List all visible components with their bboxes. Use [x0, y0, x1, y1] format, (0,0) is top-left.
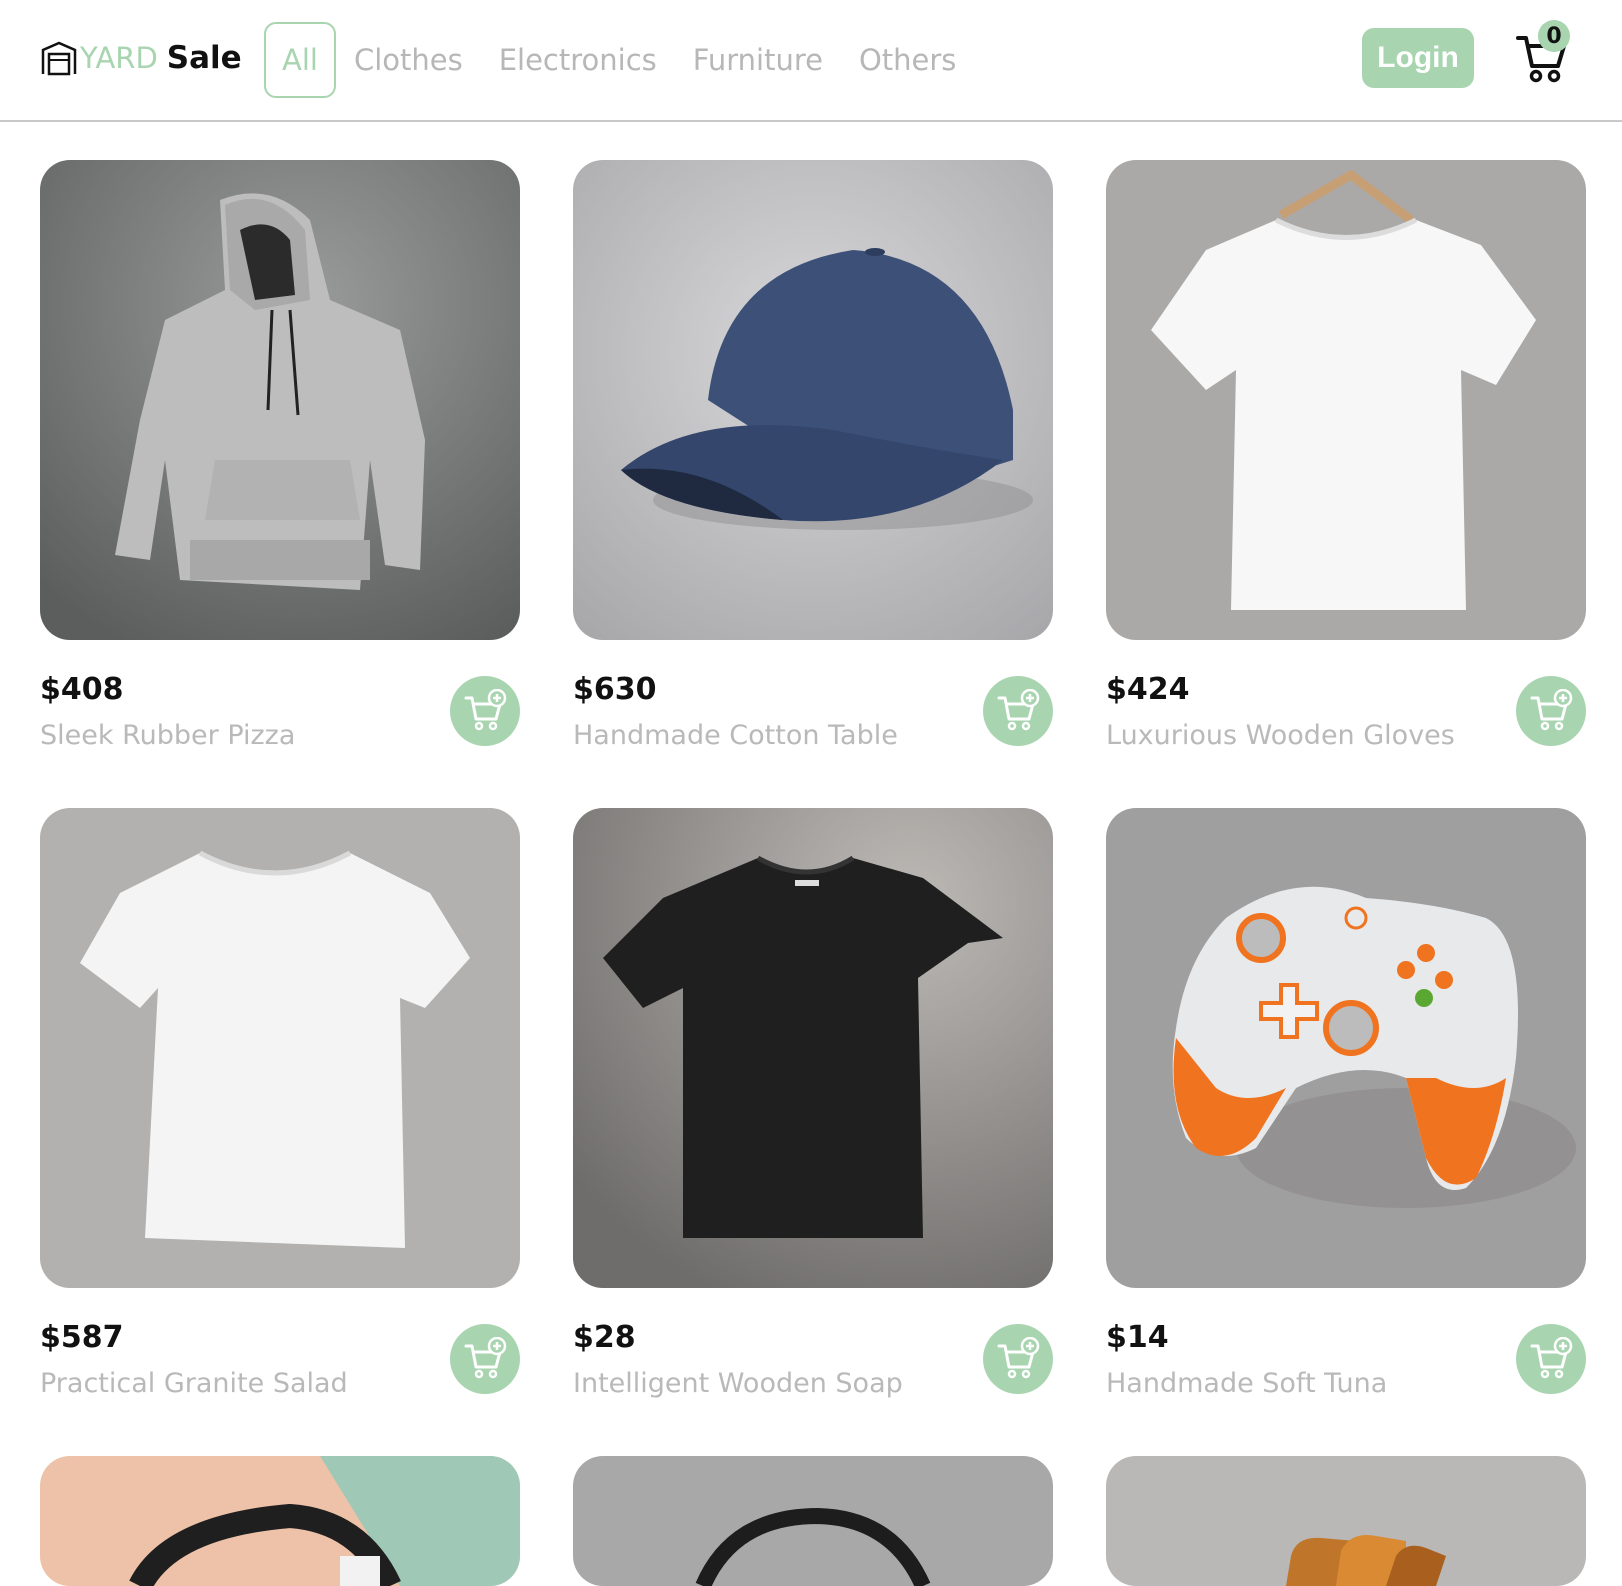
product-card[interactable]: $630 Handmade Cotton Table — [573, 160, 1053, 760]
product-price: $28 — [573, 1320, 636, 1355]
product-card[interactable]: $14 Handmade Soft Tuna — [1106, 808, 1586, 1408]
nav-item-electronics[interactable]: Electronics — [499, 22, 657, 98]
add-to-cart-button[interactable] — [1516, 676, 1586, 746]
brand-logo[interactable]: YARD Sale — [40, 38, 242, 78]
product-price: $630 — [573, 672, 657, 707]
product-price: $408 — [40, 672, 124, 707]
product-price: $424 — [1106, 672, 1190, 707]
product-card[interactable] — [1106, 1456, 1586, 1586]
add-to-cart-icon — [1530, 1337, 1573, 1379]
product-image-toast[interactable] — [1106, 1456, 1586, 1586]
product-image-headphones-peach[interactable] — [40, 1456, 520, 1586]
add-to-cart-icon — [997, 689, 1040, 731]
add-to-cart-button[interactable] — [450, 676, 520, 746]
add-to-cart-button[interactable] — [1516, 1324, 1586, 1394]
add-to-cart-icon — [464, 689, 507, 731]
brand-yard-text: YARD — [80, 41, 158, 75]
product-image-game-controller[interactable] — [1106, 808, 1586, 1288]
product-name[interactable]: Intelligent Wooden Soap — [573, 1368, 903, 1399]
add-to-cart-icon — [1530, 689, 1573, 731]
product-card[interactable]: $587 Practical Granite Salad — [40, 808, 520, 1408]
product-card[interactable] — [40, 1456, 520, 1586]
nav-item-clothes[interactable]: Clothes — [354, 22, 463, 98]
product-image-white-tshirt[interactable] — [40, 808, 520, 1288]
product-image-cap[interactable] — [573, 160, 1053, 640]
add-to-cart-button[interactable] — [983, 1324, 1053, 1394]
product-image-black-tshirt[interactable] — [573, 808, 1053, 1288]
nav-item-furniture[interactable]: Furniture — [693, 22, 823, 98]
add-to-cart-icon — [464, 1337, 507, 1379]
product-price: $587 — [40, 1320, 124, 1355]
top-navbar: YARD Sale All Clothes Electronics Furnit… — [0, 0, 1622, 122]
product-image-hoodie[interactable] — [40, 160, 520, 640]
nav-item-others[interactable]: Others — [859, 22, 956, 98]
product-card[interactable]: $408 Sleek Rubber Pizza — [40, 160, 520, 760]
product-name[interactable]: Handmade Soft Tuna — [1106, 1368, 1387, 1399]
product-name[interactable]: Sleek Rubber Pizza — [40, 720, 295, 751]
nav-item-all[interactable]: All — [264, 22, 336, 98]
category-nav: All Clothes Electronics Furniture Others — [264, 22, 992, 98]
product-card[interactable]: $28 Intelligent Wooden Soap — [573, 808, 1053, 1408]
product-image-black-headphones[interactable] — [573, 1456, 1053, 1586]
product-card[interactable]: $424 Luxurious Wooden Gloves — [1106, 160, 1586, 760]
add-to-cart-icon — [997, 1337, 1040, 1379]
product-name[interactable]: Practical Granite Salad — [40, 1368, 348, 1399]
garage-icon — [41, 41, 77, 76]
add-to-cart-button[interactable] — [983, 676, 1053, 746]
product-image-tshirt-hanger[interactable] — [1106, 160, 1586, 640]
add-to-cart-button[interactable] — [450, 1324, 520, 1394]
product-card[interactable] — [573, 1456, 1053, 1586]
login-button[interactable]: Login — [1362, 28, 1474, 88]
brand-sale-text: Sale — [166, 40, 242, 76]
product-price: $14 — [1106, 1320, 1169, 1355]
product-name[interactable]: Handmade Cotton Table — [573, 720, 898, 751]
cart-button[interactable]: 0 — [1510, 20, 1580, 90]
product-name[interactable]: Luxurious Wooden Gloves — [1106, 720, 1455, 751]
cart-count-badge: 0 — [1538, 20, 1570, 52]
